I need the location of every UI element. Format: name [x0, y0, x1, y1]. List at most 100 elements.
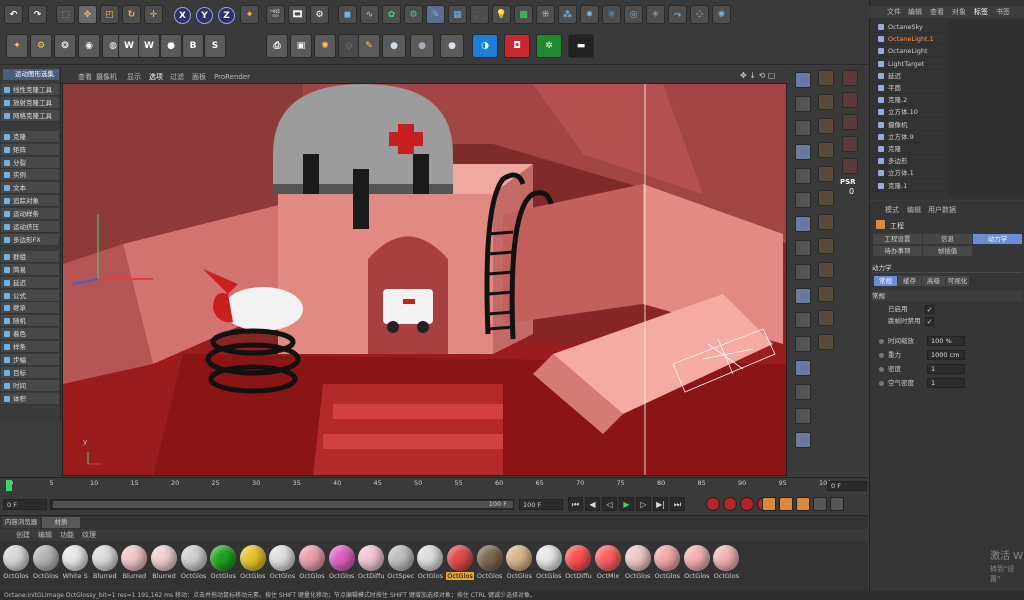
- material-swatch[interactable]: White S: [61, 545, 89, 580]
- transport-button[interactable]: ⏭: [670, 497, 685, 511]
- cloner-icon[interactable]: ⁂: [558, 5, 577, 24]
- material-menu-item[interactable]: 编辑: [38, 529, 52, 541]
- mograph-item[interactable]: 公式: [1, 289, 59, 302]
- material-swatch[interactable]: OctGlos: [446, 545, 474, 580]
- key-mode-icon[interactable]: [762, 497, 776, 511]
- mograph-item[interactable]: 延迟: [1, 276, 59, 289]
- view-tool-icon[interactable]: [795, 144, 811, 160]
- view-tool-icon[interactable]: [795, 408, 811, 424]
- material-swatch[interactable]: Blurred: [120, 545, 148, 580]
- octane-tool-icon[interactable]: [818, 94, 834, 110]
- transform-tool-icon[interactable]: ✛: [144, 5, 163, 24]
- octane-tool-icon[interactable]: [818, 334, 834, 350]
- dynamics-subtab[interactable]: 高级: [922, 276, 945, 286]
- material-swatch[interactable]: OctSpec: [387, 545, 415, 580]
- octane-disk-icon[interactable]: ●: [160, 34, 182, 58]
- mograph-item[interactable]: 继承: [1, 302, 59, 315]
- sketch-icon[interactable]: ✳: [646, 5, 665, 24]
- object-manager-menu-item[interactable]: 编辑: [908, 6, 922, 18]
- mograph-item[interactable]: 运动样条: [1, 208, 59, 221]
- mograph-item[interactable]: 运动挤压: [1, 221, 59, 233]
- octane-camera-icon[interactable]: ◘: [504, 34, 530, 58]
- octane-material-icon[interactable]: ❂: [54, 34, 76, 58]
- mograph-item[interactable]: 时间: [1, 379, 59, 392]
- dynamics-subtab[interactable]: 可视化: [946, 276, 969, 286]
- object-row[interactable]: 多边形: [872, 155, 948, 168]
- mograph-item[interactable]: 步幅: [1, 354, 59, 366]
- effector-icon[interactable]: ✸: [580, 5, 599, 24]
- viewport-nav-icons[interactable]: ✥ ↓ ⟲ ▢: [740, 71, 775, 80]
- octane-w-icon[interactable]: W: [118, 34, 140, 58]
- attribute-tab[interactable]: 工程设置: [873, 234, 922, 244]
- material-swatch[interactable]: OctGlos: [683, 545, 711, 580]
- param-value-field[interactable]: 1: [927, 364, 965, 374]
- material-swatch[interactable]: Blurred: [91, 545, 119, 580]
- object-manager-menu-item[interactable]: 查看: [930, 6, 944, 18]
- octane-tool-icon[interactable]: [818, 214, 834, 230]
- view-tool-icon[interactable]: [795, 192, 811, 208]
- floor-icon[interactable]: ▦: [448, 5, 467, 24]
- octane-glass-sphere-icon[interactable]: ●: [382, 34, 406, 58]
- character-icon[interactable]: ⤳: [668, 5, 687, 24]
- material-swatch[interactable]: Blurred: [150, 545, 178, 580]
- material-swatch[interactable]: OctGlos: [535, 545, 563, 580]
- object-row[interactable]: LightTarget: [872, 58, 948, 70]
- mograph-icon[interactable]: ⁜: [536, 5, 555, 24]
- object-row[interactable]: OctaneLight: [872, 45, 948, 58]
- material-swatch[interactable]: OctGlos: [268, 545, 296, 580]
- effector-extra-icon[interactable]: ✺: [712, 5, 731, 24]
- enabled-checkbox[interactable]: ✓: [925, 305, 934, 314]
- octane-tool-icon[interactable]: [818, 238, 834, 254]
- mograph-item[interactable]: 矩阵: [1, 143, 59, 156]
- transport-button[interactable]: ▷: [636, 497, 651, 511]
- tag-tool-icon[interactable]: [842, 92, 858, 108]
- mograph-item[interactable]: 多边形FX: [1, 233, 59, 246]
- object-row[interactable]: 克隆.2: [872, 94, 948, 107]
- octane-tool-icon[interactable]: [818, 118, 834, 134]
- material-menu-item[interactable]: 功能: [60, 529, 74, 541]
- material-swatch[interactable]: OctGlos: [653, 545, 681, 580]
- mograph-item[interactable]: 分裂: [1, 156, 59, 169]
- view-tool-icon[interactable]: [795, 360, 811, 376]
- view-tool-icon[interactable]: [795, 288, 811, 304]
- mograph-item[interactable]: 简易: [1, 263, 59, 276]
- object-manager-menu-item[interactable]: 书签: [996, 6, 1010, 18]
- octane-tool-icon[interactable]: [818, 310, 834, 326]
- object-row[interactable]: 立方体.9: [872, 131, 948, 143]
- octane-brush-icon[interactable]: ✎: [358, 34, 380, 58]
- object-manager-menu-item[interactable]: 标签: [974, 6, 988, 18]
- octane-tool-icon[interactable]: [818, 190, 834, 206]
- mograph-item[interactable]: 网格克隆工具: [1, 109, 59, 122]
- material-swatch[interactable]: OctGlos: [32, 545, 60, 580]
- mograph-item[interactable]: 随机: [1, 315, 59, 328]
- mograph-item[interactable]: 追踪对象: [1, 195, 59, 208]
- octane-tool-icon[interactable]: [818, 286, 834, 302]
- material-swatch[interactable]: OctGlos: [209, 545, 237, 580]
- transport-button[interactable]: ◁: [602, 497, 617, 511]
- view-tool-icon[interactable]: [795, 168, 811, 184]
- octane-tool-icon[interactable]: [818, 166, 834, 182]
- target-icon[interactable]: ◎: [624, 5, 643, 24]
- octane-s-icon[interactable]: S: [204, 34, 226, 58]
- object-row[interactable]: 平面: [872, 82, 948, 94]
- octane-area-light-icon[interactable]: ▬: [568, 34, 594, 58]
- object-row[interactable]: 克隆: [872, 143, 948, 155]
- frame-range-slider[interactable]: 100 F: [50, 499, 514, 510]
- key-mode-icon[interactable]: [813, 497, 827, 511]
- material-swatch[interactable]: OctGlos: [239, 545, 267, 580]
- transport-button[interactable]: ▶: [619, 497, 634, 511]
- tag-tool-icon[interactable]: [842, 158, 858, 174]
- octane-object-tag-icon[interactable]: ✲: [536, 34, 562, 58]
- octane-specular-sphere-icon[interactable]: ●: [440, 34, 464, 58]
- octane-contrast-icon[interactable]: ◑: [472, 34, 498, 58]
- spline-pen-icon[interactable]: ∿: [360, 5, 379, 24]
- dynamics-subtab[interactable]: 缓存: [898, 276, 921, 286]
- rotate-tool-icon[interactable]: ↻: [122, 5, 141, 24]
- view-tool-icon[interactable]: [795, 72, 811, 88]
- frame-range-handle[interactable]: [53, 501, 513, 508]
- view-tool-icon[interactable]: [795, 120, 811, 136]
- attribute-tab[interactable]: 信息: [923, 234, 972, 244]
- axis-x-lock[interactable]: X: [174, 7, 191, 24]
- brush-icon[interactable]: ⁘: [690, 5, 709, 24]
- undo-icon[interactable]: ↶: [4, 5, 23, 24]
